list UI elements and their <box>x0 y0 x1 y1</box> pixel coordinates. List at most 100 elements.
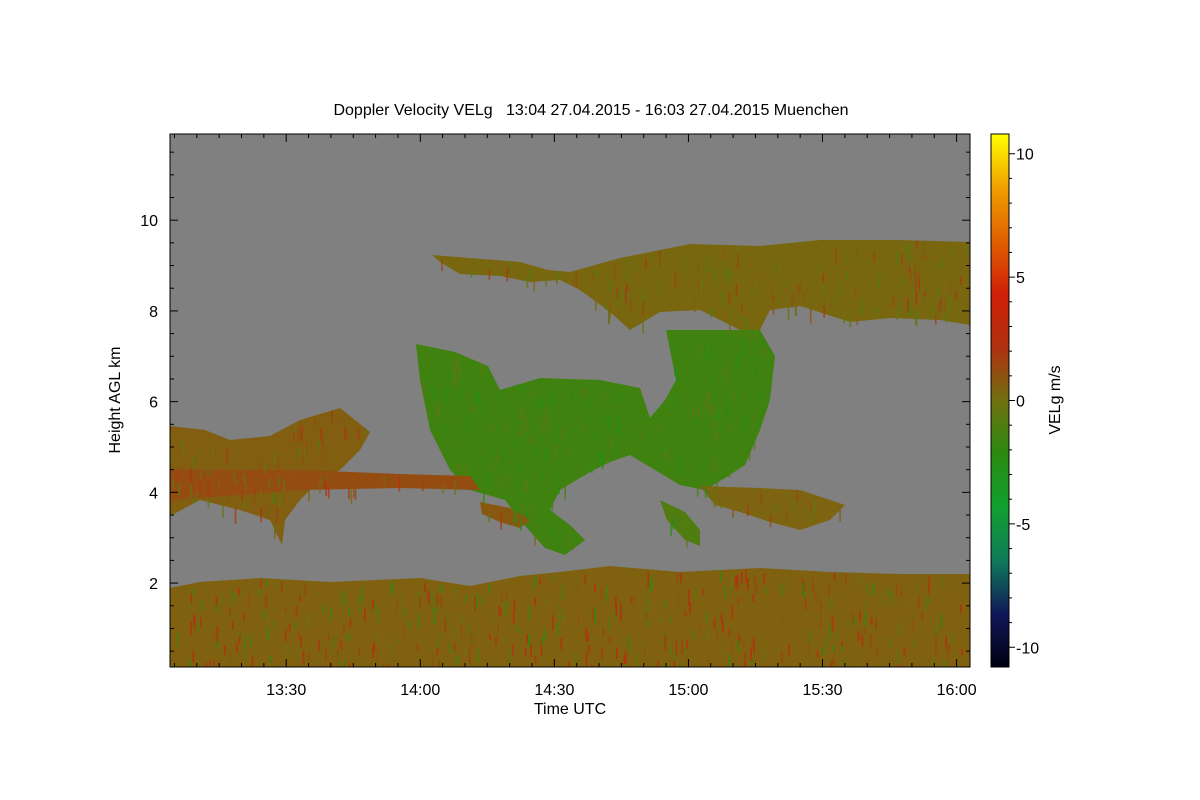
speckle-cell <box>585 652 588 667</box>
speckle-cell <box>951 632 954 646</box>
speckle-cell <box>544 407 547 422</box>
speckle-cell <box>748 445 751 461</box>
speckle-cell <box>680 457 682 468</box>
speckle-cell <box>418 613 421 630</box>
speckle-cell <box>333 472 336 485</box>
speckle-cell <box>711 403 714 416</box>
speckle-cell <box>534 576 536 588</box>
speckle-cell <box>524 647 527 656</box>
speckle-cell <box>799 282 802 292</box>
speckle-cell <box>643 607 646 621</box>
speckle-cell <box>788 644 791 657</box>
speckle-cell <box>460 437 462 450</box>
speckle-cell <box>583 619 585 635</box>
speckle-cell <box>649 579 651 594</box>
speckle-cell <box>914 638 917 648</box>
speckle-cell <box>207 498 210 508</box>
speckle-cell <box>735 283 738 296</box>
speckle-cell <box>827 661 829 667</box>
speckle-cell <box>544 598 547 608</box>
speckle-cell <box>763 348 766 358</box>
speckle-cell <box>955 290 958 300</box>
x-tick-label: 14:30 <box>534 682 574 699</box>
speckle-cell <box>856 249 858 259</box>
speckle-cell <box>615 448 618 456</box>
speckle-cell <box>337 637 340 646</box>
speckle-cell <box>695 345 698 359</box>
speckle-cell <box>608 309 611 324</box>
speckle-cell <box>711 575 713 589</box>
speckle-cell <box>235 642 238 653</box>
speckle-cell <box>802 582 804 594</box>
speckle-cell <box>904 598 907 609</box>
speckle-cell <box>708 391 710 401</box>
speckle-cell <box>543 628 546 641</box>
speckle-cell <box>530 503 532 519</box>
speckle-cell <box>888 586 891 598</box>
speckle-cell <box>591 463 593 474</box>
y-tick-label: 10 <box>140 213 158 230</box>
speckle-cell <box>300 634 302 648</box>
speckle-cell <box>813 514 815 522</box>
speckle-cell <box>713 618 716 630</box>
speckle-cell <box>364 608 366 623</box>
speckle-cell <box>734 577 737 587</box>
speckle-cell <box>675 372 678 384</box>
speckle-cell <box>275 516 278 524</box>
speckle-cell <box>697 265 700 276</box>
speckle-cell <box>702 589 704 596</box>
speckle-cell <box>728 291 730 304</box>
speckle-cell <box>601 649 603 659</box>
speckle-cell <box>719 261 722 275</box>
speckle-cell <box>548 528 551 544</box>
speckle-cell <box>726 402 728 418</box>
speckle-cell <box>263 595 266 605</box>
speckle-cell <box>873 252 876 262</box>
speckle-cell <box>608 617 611 631</box>
speckle-cell <box>642 437 645 444</box>
speckle-cell <box>769 514 772 528</box>
speckle-cell <box>295 606 298 616</box>
speckle-cell <box>322 604 325 614</box>
speckle-cell <box>439 583 441 594</box>
speckle-cell <box>521 383 524 396</box>
speckle-cell <box>619 611 622 621</box>
speckle-cell <box>918 279 921 290</box>
speckle-cell <box>706 257 709 273</box>
speckle-cell <box>444 372 446 386</box>
speckle-cell <box>694 296 696 313</box>
speckle-cell <box>189 431 191 443</box>
y-axis-label: Height AGL km <box>107 346 124 453</box>
speckle-cell <box>594 583 596 593</box>
speckle-cell <box>327 633 330 642</box>
speckle-cell <box>701 345 703 360</box>
speckle-cell <box>901 650 904 664</box>
speckle-cell <box>713 492 716 508</box>
speckle-cell <box>422 380 425 394</box>
speckle-cell <box>555 444 558 459</box>
speckle-cell <box>731 573 733 589</box>
speckle-cell <box>506 267 509 282</box>
speckle-cell <box>928 576 930 591</box>
speckle-cell <box>626 266 628 281</box>
speckle-cell <box>304 445 306 460</box>
speckle-cell <box>322 437 324 452</box>
speckle-cell <box>713 353 715 361</box>
speckle-cell <box>907 297 909 313</box>
speckle-cell <box>925 249 927 261</box>
speckle-cell <box>642 286 644 301</box>
speckle-cell <box>173 503 176 514</box>
speckle-cell <box>746 505 749 517</box>
speckle-cell <box>716 431 718 442</box>
speckle-cell <box>260 488 263 503</box>
speckle-cell <box>602 628 604 636</box>
speckle-cell <box>747 425 749 441</box>
speckle-cell <box>600 586 603 600</box>
speckle-cell <box>624 287 627 304</box>
speckle-cell <box>960 604 962 614</box>
colorbar-axis: 10 5 0 -5 -10 <box>1009 147 1039 657</box>
speckle-cell <box>558 485 560 494</box>
speckle-cell <box>501 593 503 602</box>
speckle-cell <box>373 602 376 613</box>
speckle-cell <box>720 570 722 583</box>
